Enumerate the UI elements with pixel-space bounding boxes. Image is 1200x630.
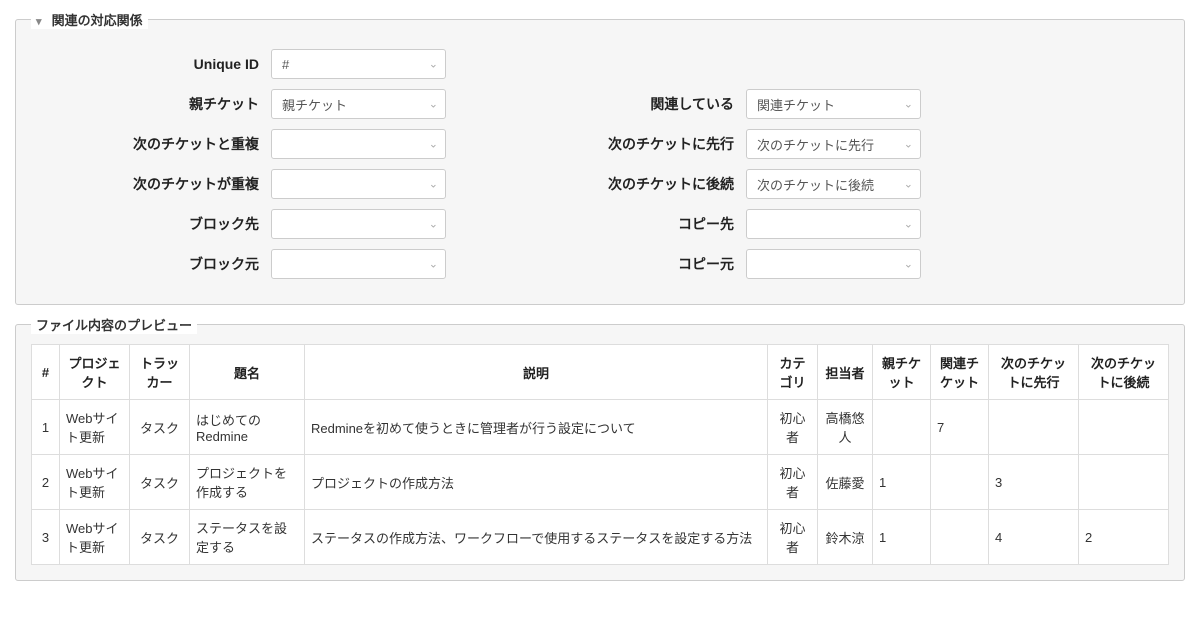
cell-category: 初心者 xyxy=(768,455,818,510)
related-value: 関連チケット xyxy=(757,95,835,114)
cell-title: はじめてのRedmine xyxy=(190,400,305,455)
cell-parent xyxy=(873,400,931,455)
cell-category: 初心者 xyxy=(768,510,818,565)
cell-follows xyxy=(1079,400,1169,455)
relations-legend: ▾ 関連の対応関係 xyxy=(31,10,148,29)
header-follows: 次のチケットに後続 xyxy=(1079,345,1169,400)
parent-ticket-select[interactable]: 親チケット ⌄ xyxy=(271,89,446,119)
cell-related xyxy=(931,455,989,510)
related-select[interactable]: 関連チケット ⌄ xyxy=(746,89,921,119)
follows-value: 次のチケットに後続 xyxy=(757,175,874,194)
relations-fieldset: ▾ 関連の対応関係 Unique ID # ⌄ 親チケット 親チケット ⌄ 次の… xyxy=(15,10,1185,305)
cell-related: 7 xyxy=(931,400,989,455)
header-precedes: 次のチケットに先行 xyxy=(989,345,1079,400)
cell-num: 2 xyxy=(32,455,60,510)
cell-assignee: 高橋悠人 xyxy=(818,400,873,455)
cell-assignee: 佐藤愛 xyxy=(818,455,873,510)
relations-right-column: 関連している 関連チケット ⌄ 次のチケットに先行 次のチケットに先行 ⌄ 次の… xyxy=(506,39,921,289)
preview-legend: ファイル内容のプレビュー xyxy=(31,315,197,334)
cell-num: 1 xyxy=(32,400,60,455)
table-row: 3Webサイト更新タスクステータスを設定するステータスの作成方法、ワークフローで… xyxy=(32,510,1169,565)
header-related: 関連チケット xyxy=(931,345,989,400)
parent-ticket-label: 親チケット xyxy=(31,94,271,114)
header-desc: 説明 xyxy=(305,345,768,400)
cell-related xyxy=(931,510,989,565)
cell-category: 初心者 xyxy=(768,400,818,455)
cell-precedes: 3 xyxy=(989,455,1079,510)
cell-parent: 1 xyxy=(873,455,931,510)
cell-num: 3 xyxy=(32,510,60,565)
cell-assignee: 鈴木涼 xyxy=(818,510,873,565)
table-row: 2Webサイト更新タスクプロジェクトを作成するプロジェクトの作成方法初心者佐藤愛… xyxy=(32,455,1169,510)
cell-precedes xyxy=(989,400,1079,455)
blocks-label: ブロック先 xyxy=(31,214,271,234)
blocks-select[interactable]: ⌄ xyxy=(271,209,446,239)
cell-follows xyxy=(1079,455,1169,510)
preview-legend-text: ファイル内容のプレビュー xyxy=(36,318,192,333)
cell-desc: ステータスの作成方法、ワークフローで使用するステータスを設定する方法 xyxy=(305,510,768,565)
header-project: プロジェクト xyxy=(60,345,130,400)
cell-project: Webサイト更新 xyxy=(60,510,130,565)
blocked-label: ブロック元 xyxy=(31,254,271,274)
copied-to-select[interactable]: ⌄ xyxy=(746,209,921,239)
copied-from-label: コピー元 xyxy=(506,254,746,274)
duplicated-label: 次のチケットが重複 xyxy=(31,174,271,194)
header-tracker: トラッカー xyxy=(130,345,190,400)
blocked-select[interactable]: ⌄ xyxy=(271,249,446,279)
precedes-label: 次のチケットに先行 xyxy=(506,134,746,154)
related-label: 関連している xyxy=(506,94,746,114)
copied-to-label: コピー先 xyxy=(506,214,746,234)
cell-tracker: タスク xyxy=(130,510,190,565)
unique-id-select[interactable]: # ⌄ xyxy=(271,49,446,79)
duplicates-select[interactable]: ⌄ xyxy=(271,129,446,159)
precedes-select[interactable]: 次のチケットに先行 ⌄ xyxy=(746,129,921,159)
cell-project: Webサイト更新 xyxy=(60,400,130,455)
cell-project: Webサイト更新 xyxy=(60,455,130,510)
cell-title: ステータスを設定する xyxy=(190,510,305,565)
cell-desc: プロジェクトの作成方法 xyxy=(305,455,768,510)
cell-precedes: 4 xyxy=(989,510,1079,565)
preview-table: # プロジェクト トラッカー 題名 説明 カテゴリ 担当者 親チケット 関連チケ… xyxy=(31,344,1169,565)
follows-select[interactable]: 次のチケットに後続 ⌄ xyxy=(746,169,921,199)
cell-tracker: タスク xyxy=(130,400,190,455)
unique-id-value: # xyxy=(282,57,289,72)
follows-label: 次のチケットに後続 xyxy=(506,174,746,194)
table-row: 1Webサイト更新タスクはじめてのRedmineRedmineを初めて使うときに… xyxy=(32,400,1169,455)
cell-follows: 2 xyxy=(1079,510,1169,565)
duplicated-select[interactable]: ⌄ xyxy=(271,169,446,199)
header-title: 題名 xyxy=(190,345,305,400)
relations-legend-text: 関連の対応関係 xyxy=(52,13,143,28)
header-num: # xyxy=(32,345,60,400)
cell-title: プロジェクトを作成する xyxy=(190,455,305,510)
cell-parent: 1 xyxy=(873,510,931,565)
duplicates-label: 次のチケットと重複 xyxy=(31,134,271,154)
copied-from-select[interactable]: ⌄ xyxy=(746,249,921,279)
cell-desc: Redmineを初めて使うときに管理者が行う設定について xyxy=(305,400,768,455)
parent-ticket-value: 親チケット xyxy=(282,95,347,114)
chevron-down-icon[interactable]: ▾ xyxy=(36,15,48,28)
precedes-value: 次のチケットに先行 xyxy=(757,135,874,154)
header-category: カテゴリ xyxy=(768,345,818,400)
cell-tracker: タスク xyxy=(130,455,190,510)
header-parent: 親チケット xyxy=(873,345,931,400)
unique-id-label: Unique ID xyxy=(31,56,271,72)
preview-fieldset: ファイル内容のプレビュー # プロジェクト トラッカー 題名 説明 カテゴリ 担… xyxy=(15,315,1185,581)
table-header-row: # プロジェクト トラッカー 題名 説明 カテゴリ 担当者 親チケット 関連チケ… xyxy=(32,345,1169,400)
header-assignee: 担当者 xyxy=(818,345,873,400)
relations-left-column: Unique ID # ⌄ 親チケット 親チケット ⌄ 次のチケットと重複 ⌄ xyxy=(31,39,446,289)
